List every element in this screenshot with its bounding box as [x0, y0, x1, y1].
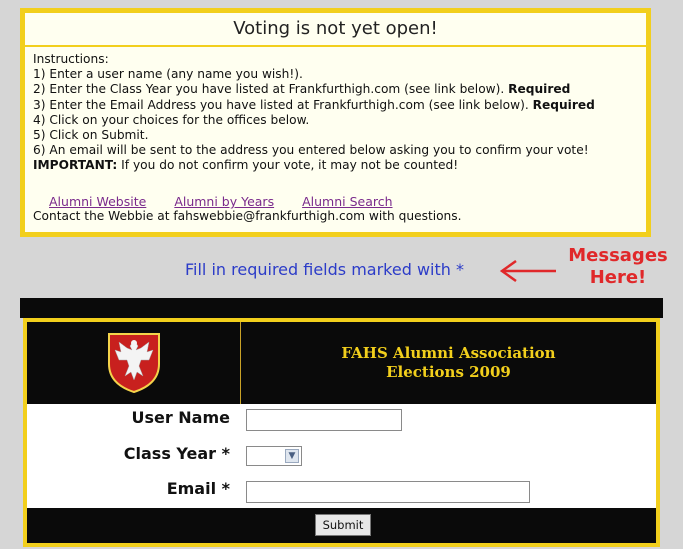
alumni-website-link[interactable]: Alumni Website: [49, 194, 146, 209]
chevron-down-icon[interactable]: ▼: [285, 449, 299, 463]
important-note: IMPORTANT: If you do not confirm your vo…: [33, 158, 642, 173]
instruction-5: 5) Click on Submit.: [33, 128, 149, 143]
required-label: Required: [508, 82, 571, 97]
election-form: FAHS Alumni Association Elections 2009 U…: [23, 318, 660, 547]
class-year-label: Class Year *: [123, 444, 230, 463]
crest-cell: [27, 322, 241, 404]
annotation-line-2: Here!: [589, 267, 647, 288]
divider-bar: [20, 298, 663, 318]
left-arrow-icon: [499, 259, 556, 283]
instruction-2: 2) Enter the Class Year you have listed …: [33, 82, 642, 97]
required-label: Required: [532, 97, 595, 112]
submit-button[interactable]: Submit: [315, 514, 371, 536]
alumni-search-link[interactable]: Alumni Search: [302, 194, 392, 209]
user-name-input[interactable]: [246, 409, 402, 431]
instruction-2-text: 2) Enter the Class Year you have listed …: [33, 82, 509, 97]
user-name-label: User Name: [131, 408, 230, 427]
voting-status-panel: Voting is not yet open! Instructions: 1)…: [20, 8, 651, 237]
links-row: Alumni Website Alumni by Years Alumni Se…: [49, 194, 417, 209]
instruction-3-text: 3) Enter the Email Address you have list…: [33, 97, 533, 112]
instructions: Instructions: 1) Enter a user name (any …: [33, 52, 642, 174]
instruction-6: 6) An email will be sent to the address …: [33, 143, 589, 158]
alumni-by-years-link[interactable]: Alumni by Years: [174, 194, 274, 209]
class-year-select[interactable]: ▼: [246, 446, 302, 466]
important-label: IMPORTANT:: [33, 158, 118, 173]
form-title-line-2: Elections 2009: [386, 363, 511, 381]
required-fields-message: Fill in required fields marked with *: [185, 260, 464, 279]
instruction-3: 3) Enter the Email Address you have list…: [33, 98, 642, 113]
email-label: Email *: [166, 479, 230, 498]
form-title-line-1: FAHS Alumni Association: [341, 344, 556, 362]
form-header: FAHS Alumni Association Elections 2009: [27, 322, 656, 404]
messages-annotation: Messages Here!: [556, 245, 680, 289]
instruction-1: 1) Enter a user name (any name you wish!…: [33, 67, 303, 82]
instruction-4: 4) Click on your choices for the offices…: [33, 112, 310, 127]
form-title: FAHS Alumni Association Elections 2009: [241, 322, 656, 404]
instructions-heading: Instructions:: [33, 52, 109, 66]
annotation-line-1: Messages: [568, 245, 668, 266]
email-input[interactable]: [246, 481, 530, 503]
contact-text: Contact the Webbie at fahswebbie@frankfu…: [33, 209, 462, 223]
important-text: If you do not confirm your vote, it may …: [117, 158, 459, 173]
voting-status-title: Voting is not yet open!: [25, 13, 646, 47]
form-footer: Submit: [27, 508, 656, 543]
eagle-crest-icon: [108, 333, 160, 394]
